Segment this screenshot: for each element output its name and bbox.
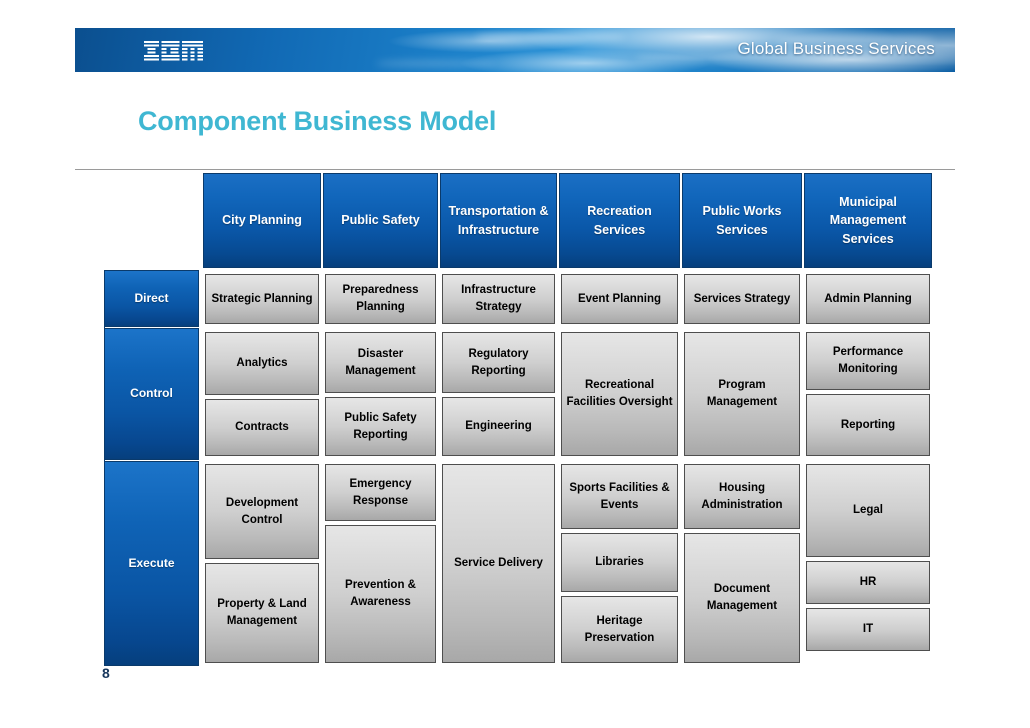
component-preparedness-planning[interactable]: Preparedness Planning	[325, 274, 436, 324]
ibm-logo-icon	[144, 41, 203, 61]
component-infrastructure-strategy[interactable]: Infrastructure Strategy	[442, 274, 555, 324]
component-it[interactable]: IT	[806, 608, 930, 651]
component-event-planning[interactable]: Event Planning	[561, 274, 678, 324]
column-header-transportation-and-infrastructure[interactable]: Transportation & Infrastructure	[440, 173, 557, 268]
component-sports-facilities-and-events[interactable]: Sports Facilities & Events	[561, 464, 678, 529]
component-engineering[interactable]: Engineering	[442, 397, 555, 456]
component-recreational-facilities-oversight[interactable]: Recreational Facilities Oversight	[561, 332, 678, 456]
column-header-public-safety[interactable]: Public Safety	[323, 173, 438, 268]
component-disaster-management[interactable]: Disaster Management	[325, 332, 436, 393]
component-emergency-response[interactable]: Emergency Response	[325, 464, 436, 521]
title-divider	[75, 169, 955, 170]
component-performance-monitoring[interactable]: Performance Monitoring	[806, 332, 930, 390]
cloud-wisp	[475, 32, 625, 42]
component-business-model-matrix: City Planning Public Safety Transportation…	[104, 171, 932, 666]
row-label-direct[interactable]: Direct	[104, 270, 199, 327]
component-analytics[interactable]: Analytics	[205, 332, 319, 395]
component-admin-planning[interactable]: Admin Planning	[806, 274, 930, 324]
cloud-wisp	[375, 60, 495, 67]
component-reporting[interactable]: Reporting	[806, 394, 930, 456]
component-housing-administration[interactable]: Housing Administration	[684, 464, 800, 529]
component-heritage-preservation[interactable]: Heritage Preservation	[561, 596, 678, 663]
component-document-management[interactable]: Document Management	[684, 533, 800, 663]
component-hr[interactable]: HR	[806, 561, 930, 604]
component-services-strategy[interactable]: Services Strategy	[684, 274, 800, 324]
ibm-banner: Global Business Services	[75, 28, 955, 72]
column-header-municipal-management-services[interactable]: Municipal Management Services	[804, 173, 932, 268]
component-program-management[interactable]: Program Management	[684, 332, 800, 456]
component-regulatory-reporting[interactable]: Regulatory Reporting	[442, 332, 555, 393]
row-label-execute[interactable]: Execute	[104, 461, 199, 666]
component-property-and-land-management[interactable]: Property & Land Management	[205, 563, 319, 663]
component-development-control[interactable]: Development Control	[205, 464, 319, 559]
component-libraries[interactable]: Libraries	[561, 533, 678, 592]
component-service-delivery[interactable]: Service Delivery	[442, 464, 555, 663]
column-header-recreation-services[interactable]: Recreation Services	[559, 173, 680, 268]
column-header-public-works-services[interactable]: Public Works Services	[682, 173, 802, 268]
component-contracts[interactable]: Contracts	[205, 399, 319, 456]
page-number: 8	[102, 665, 110, 681]
page-title: Component Business Model	[138, 106, 497, 136]
component-public-safety-reporting[interactable]: Public Safety Reporting	[325, 397, 436, 456]
component-prevention-and-awareness[interactable]: Prevention & Awareness	[325, 525, 436, 663]
component-legal[interactable]: Legal	[806, 464, 930, 557]
column-header-city-planning[interactable]: City Planning	[203, 173, 321, 268]
component-strategic-planning[interactable]: Strategic Planning	[205, 274, 319, 324]
banner-title: Global Business Services	[737, 39, 935, 58]
row-label-control[interactable]: Control	[104, 328, 199, 460]
